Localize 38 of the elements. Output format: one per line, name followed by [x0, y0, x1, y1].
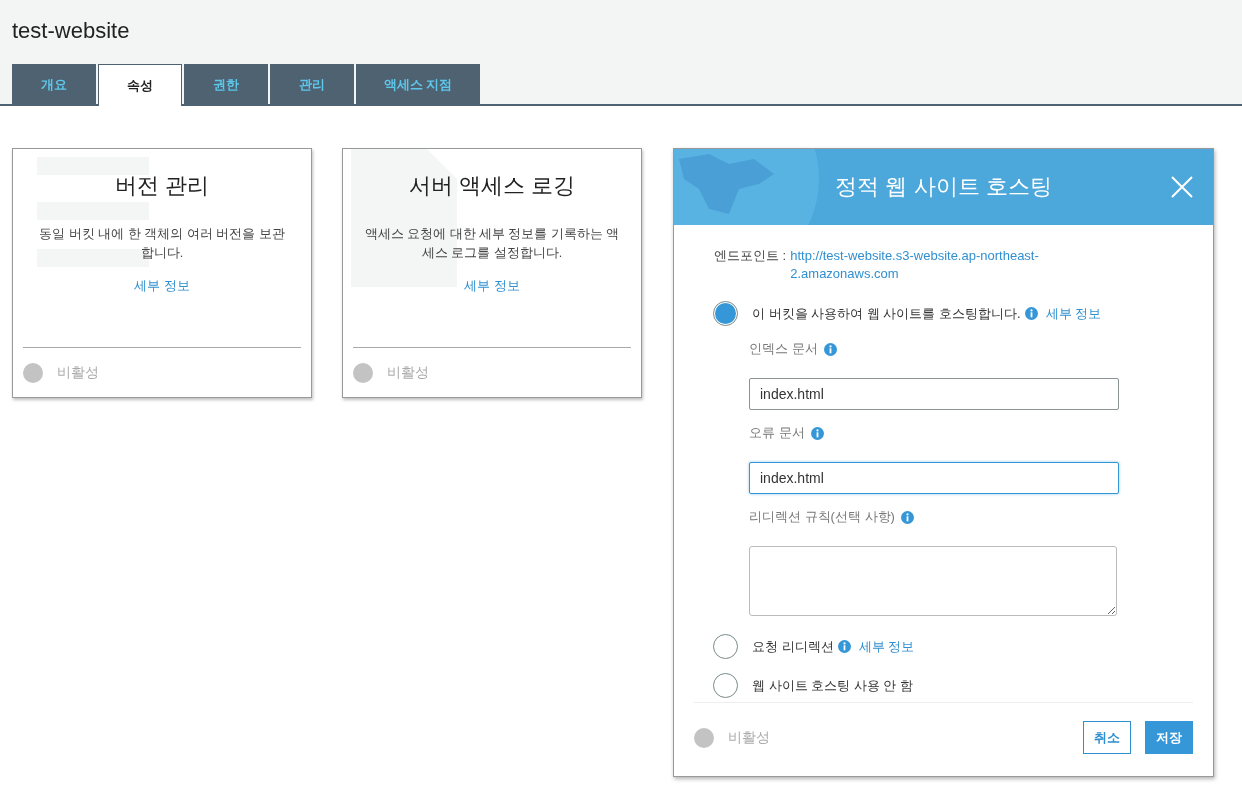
field-label: 오류 문서 [749, 424, 805, 442]
option-label: 요청 리디렉션 [752, 637, 834, 656]
option-label: 이 버킷을 사용하여 웹 사이트를 호스팅합니다. [752, 304, 1021, 323]
field-label: 리디렉션 규칙(선택 사항) [749, 508, 895, 526]
status-label: 비활성 [387, 363, 429, 382]
option-label: 웹 사이트 호스팅 사용 안 함 [752, 676, 914, 695]
page-title: test-website [12, 18, 131, 44]
card-title: 서버 액세스 로깅 [408, 172, 576, 200]
details-link[interactable]: 세부 정보 [464, 277, 520, 295]
field-label: 인덱스 문서 [749, 340, 818, 358]
info-icon[interactable] [900, 510, 914, 524]
details-link[interactable]: 세부 정보 [1045, 304, 1102, 323]
input-field[interactable]: index.html [749, 378, 1119, 410]
info-icon[interactable] [1024, 307, 1038, 320]
status-label: 비활성 [57, 363, 99, 382]
status-label: 비활성 [728, 728, 770, 747]
cancel-button[interactable]: 취소 [1083, 721, 1131, 754]
radio-button[interactable] [713, 301, 738, 326]
details-link[interactable]: 세부 정보 [858, 637, 915, 656]
endpoint-label: 엔드포인트 : [714, 247, 787, 265]
input-field[interactable]: index.html [749, 462, 1119, 494]
info-icon[interactable] [837, 640, 851, 653]
tab[interactable]: 권한 [184, 64, 268, 106]
card-description: 액세스 요청에 대한 세부 정보를 기록하는 액세스 로그를 설정합니다. [363, 226, 621, 262]
card-description: 동일 버킷 내에 한 객체의 여러 버전을 보관합니다. [38, 226, 286, 262]
card-title: 버전 관리 [114, 172, 210, 200]
close-icon[interactable] [1171, 176, 1193, 198]
panel-title: 정적 웹 사이트 호스팅 [835, 173, 1052, 201]
save-button[interactable]: 저장 [1145, 721, 1193, 754]
tab[interactable]: 속성 [98, 64, 182, 106]
info-icon[interactable] [823, 342, 837, 356]
text-area[interactable] [749, 546, 1117, 616]
details-link[interactable]: 세부 정보 [134, 277, 190, 295]
info-icon[interactable] [810, 426, 824, 440]
tab[interactable]: 관리 [270, 64, 354, 106]
tab[interactable]: 액세스 지점 [356, 64, 480, 106]
endpoint-link[interactable]: http://test-website.s3-website.ap-northeast-2.amazonaws.com [790, 247, 1114, 283]
tab[interactable]: 개요 [12, 64, 96, 106]
